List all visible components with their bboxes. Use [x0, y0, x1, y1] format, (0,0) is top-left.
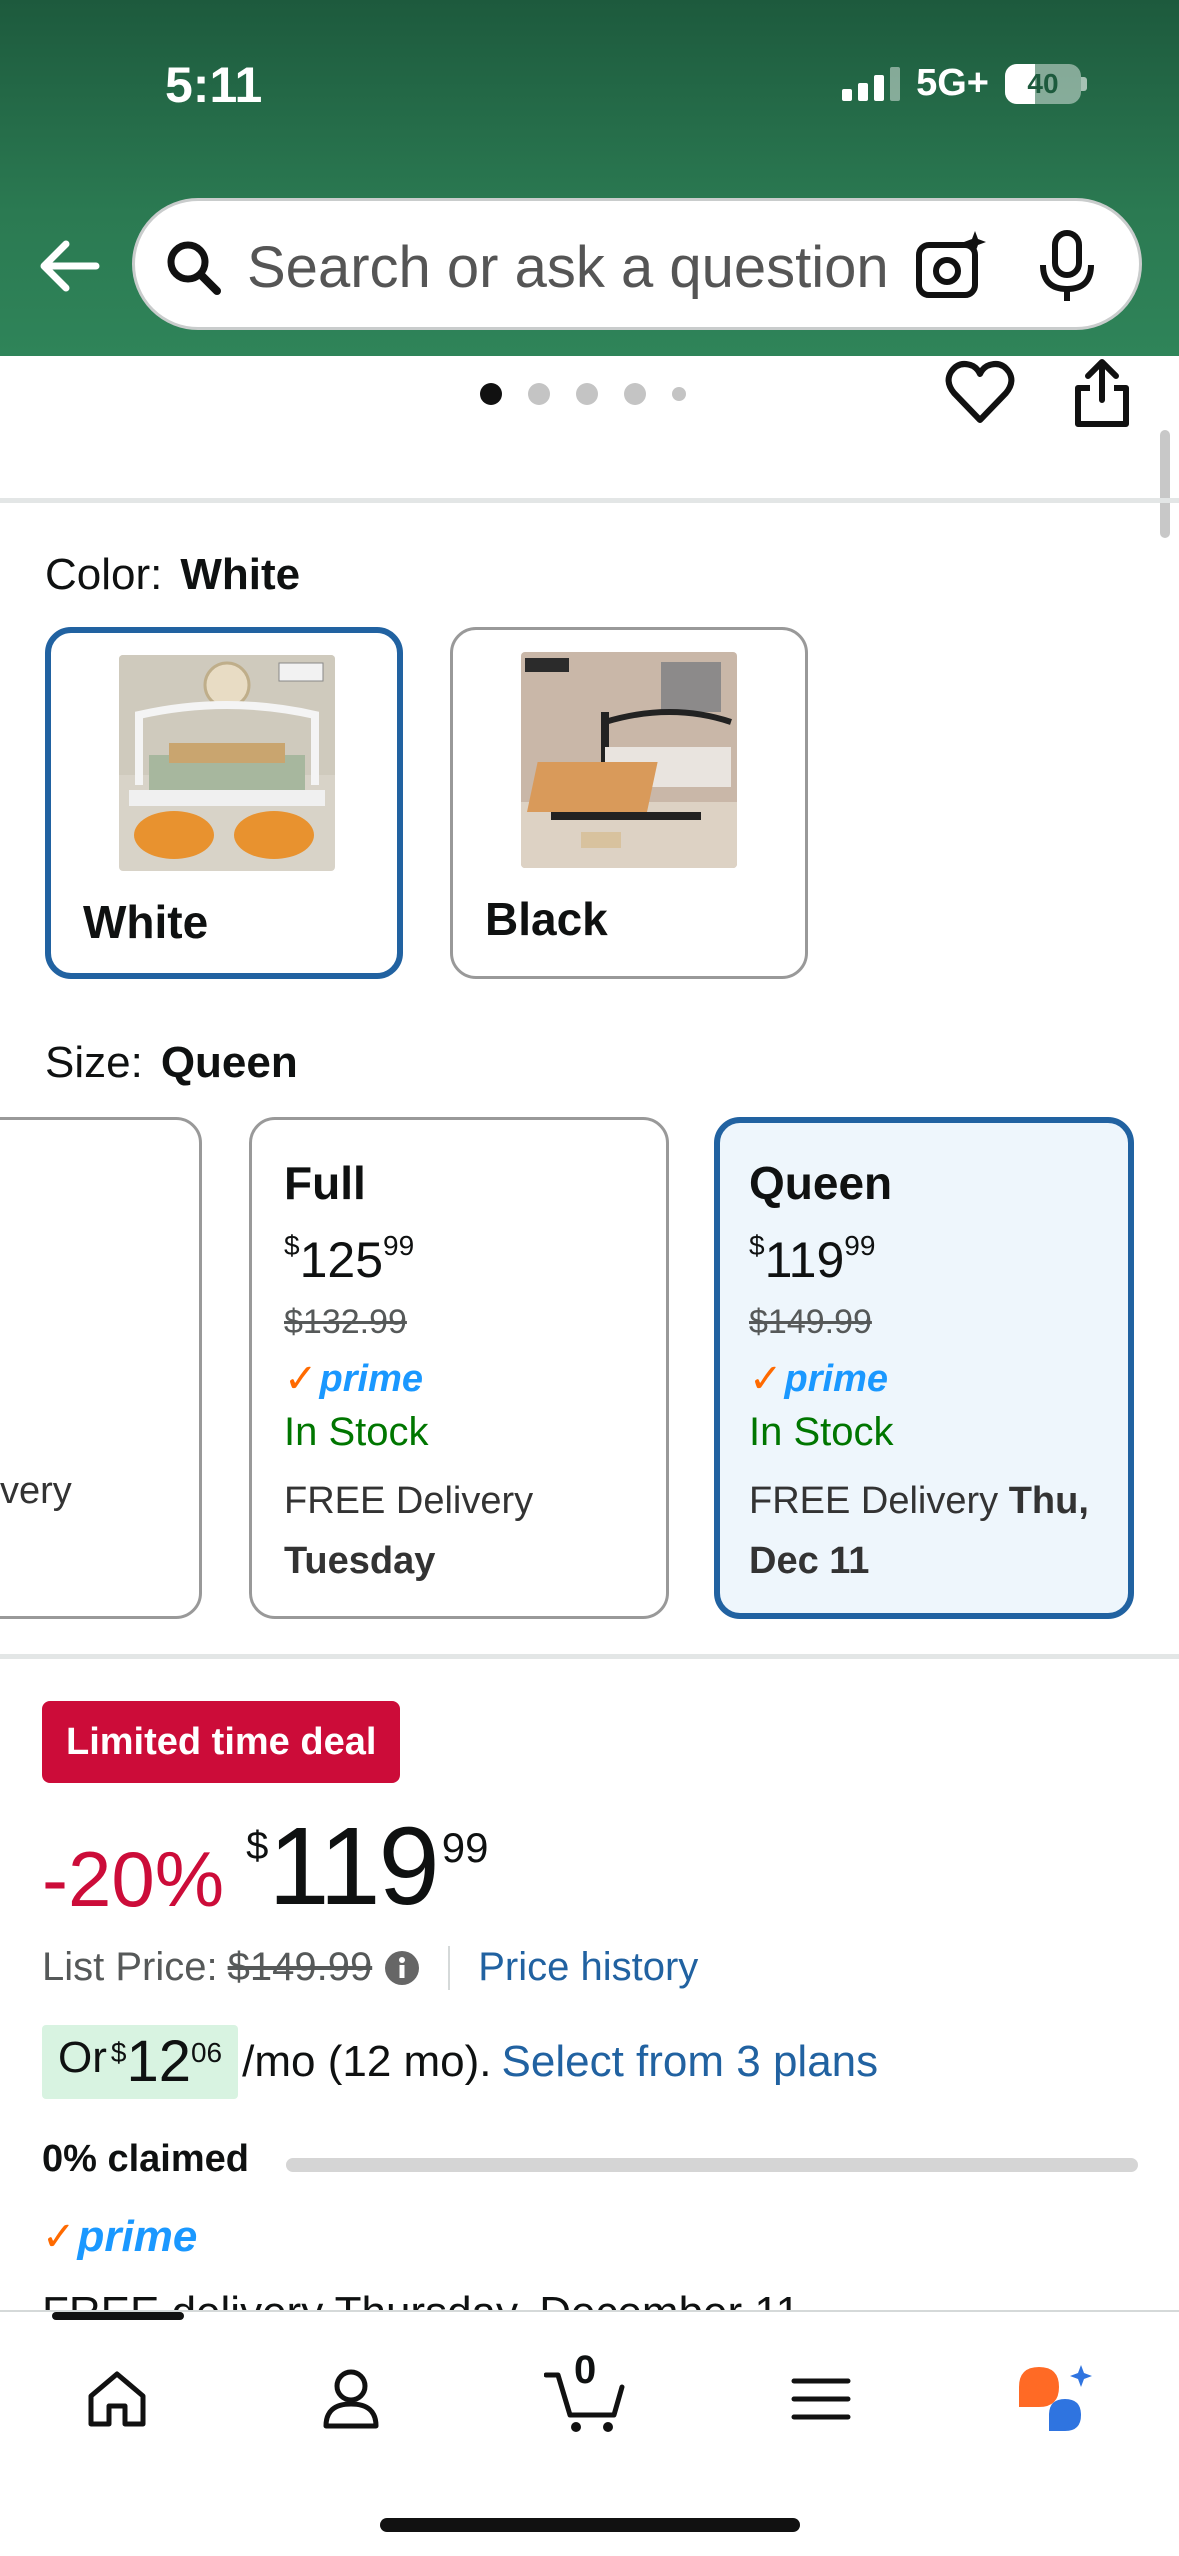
- delivery-info: FREE Delivery Tuesday: [284, 1480, 534, 1582]
- divider: [0, 1654, 1179, 1659]
- monthly-plan-row: Or $ 12 06 /mo (12 mo). Select from 3 pl…: [42, 2025, 878, 2099]
- battery-level: 40: [1027, 67, 1059, 99]
- color-option-black[interactable]: Black: [450, 627, 808, 979]
- status-indicators: 5G+ 40: [842, 62, 1087, 105]
- white-bed-thumbnail: [119, 655, 335, 871]
- color-option-label: Black: [485, 893, 608, 945]
- search-bar[interactable]: [132, 198, 1142, 330]
- claimed-text: 0% claimed: [42, 2138, 249, 2180]
- stock-status: In Stock: [749, 1410, 894, 1454]
- size-list-price: $149.99: [749, 1303, 872, 1341]
- size-price: $12599: [284, 1230, 415, 1288]
- color-option-label: White: [83, 896, 209, 948]
- assistant-chat-icon: [1019, 2365, 1092, 2431]
- delivery-info: FREE Delivery Thu, Dec 11: [749, 1480, 1089, 1582]
- tab-home[interactable]: [72, 2354, 162, 2444]
- person-icon: [323, 2369, 379, 2429]
- black-bed-thumbnail: [521, 652, 737, 868]
- heart-icon[interactable]: [945, 358, 1015, 428]
- prime-badge: ✓ prime: [42, 2212, 198, 2261]
- network-type: 5G+: [916, 62, 989, 104]
- info-icon[interactable]: [384, 1950, 420, 1986]
- prime-badge: ✓ prime: [749, 1357, 888, 1401]
- select-plans-link[interactable]: Select from 3 plans: [502, 2037, 879, 2087]
- home-indicator: [380, 2518, 800, 2532]
- scrollbar[interactable]: [1160, 430, 1170, 538]
- signal-icon: [842, 66, 901, 101]
- price-whole: 119: [268, 1805, 439, 1928]
- carousel-dot[interactable]: [576, 383, 598, 405]
- status-time: 5:11: [165, 57, 263, 113]
- battery-icon: 40: [1005, 63, 1081, 104]
- active-tab-indicator: [52, 2312, 184, 2320]
- tab-account[interactable]: [306, 2354, 396, 2444]
- size-option-queen[interactable]: Queen $11999 $149.99 ✓ prime In Stock FRE…: [714, 1117, 1134, 1619]
- selected-color: White: [180, 550, 301, 599]
- carousel-dot[interactable]: [528, 383, 550, 405]
- tab-cart[interactable]: 0: [540, 2348, 630, 2444]
- menu-icon: [791, 2378, 851, 2420]
- size-name: Full: [284, 1157, 366, 1209]
- size-list-price: $132.99: [284, 1303, 407, 1341]
- price-history-link[interactable]: Price history: [478, 1945, 698, 1990]
- back-arrow-icon: [40, 240, 100, 292]
- tab-rufus-assistant[interactable]: [1010, 2354, 1100, 2444]
- prime-badge: ✓ prime: [284, 1357, 423, 1401]
- carousel-dot[interactable]: [624, 383, 646, 405]
- deal-price: -20% $ 119 99: [42, 1805, 489, 1928]
- search-input[interactable]: [247, 231, 947, 303]
- list-price: $149.99: [227, 1945, 373, 1989]
- monthly-price-pill: Or $ 12 06: [42, 2025, 239, 2099]
- size-option-partial[interactable]: [0, 1117, 202, 1619]
- limited-deal-badge: Limited time deal: [42, 1701, 401, 1783]
- discount-percent: -20%: [42, 1835, 225, 1923]
- home-icon: [88, 2371, 146, 2427]
- image-carousel-dots[interactable]: [480, 383, 686, 405]
- size-label: Size: Queen: [45, 1038, 298, 1087]
- stock-status: In Stock: [284, 1410, 429, 1454]
- header: 5:11 5G+ 40: [0, 0, 1179, 356]
- microphone-icon[interactable]: [1035, 229, 1099, 305]
- size-price: $11999: [749, 1230, 876, 1288]
- tab-menu[interactable]: [776, 2354, 866, 2444]
- camera-search-icon[interactable]: [913, 229, 989, 305]
- selected-size: Queen: [160, 1038, 298, 1087]
- color-option-white[interactable]: White: [45, 627, 403, 979]
- divider: [0, 498, 1179, 503]
- prime-check-icon: ✓: [749, 1357, 783, 1401]
- size-name: Queen: [749, 1157, 893, 1209]
- share-icon[interactable]: [1072, 358, 1132, 430]
- color-label: Color: White: [45, 550, 301, 599]
- list-price-row: List Price: $149.99 Price history: [42, 1945, 699, 1990]
- back-button[interactable]: [30, 228, 106, 304]
- carousel-dot[interactable]: [672, 387, 686, 401]
- cart-count: 0: [574, 2348, 597, 2392]
- prime-check-icon: ✓: [42, 2215, 76, 2259]
- carousel-dot[interactable]: [480, 383, 502, 405]
- size-option-full[interactable]: Full $12599 $132.99 ✓ prime In Stock FREE…: [249, 1117, 669, 1619]
- partial-delivery-text: very: [0, 1470, 72, 1512]
- price-fraction: 99: [441, 1824, 489, 1871]
- search-icon: [167, 241, 221, 295]
- claimed-progress-bar: [286, 2158, 1138, 2172]
- prime-check-icon: ✓: [284, 1357, 318, 1401]
